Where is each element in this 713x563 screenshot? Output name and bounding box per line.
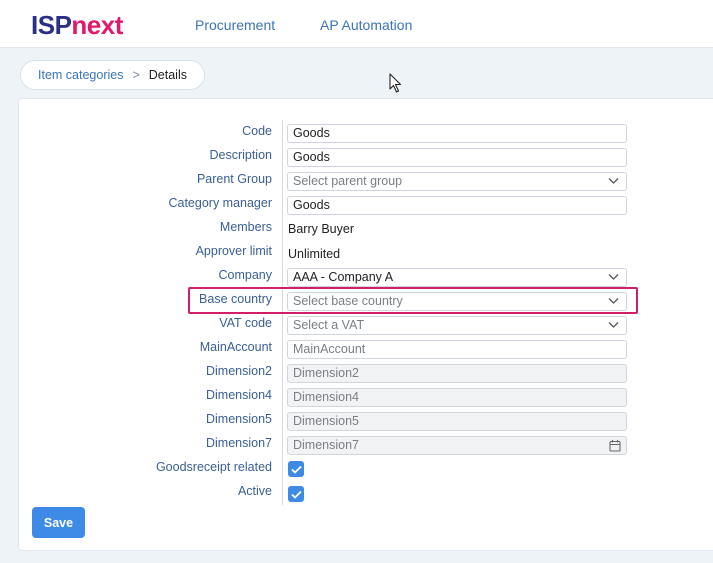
main-account-label: MainAccount	[199, 340, 272, 354]
goodsreceipt-related-label: Goodsreceipt related	[155, 460, 272, 474]
description-label: Description	[209, 148, 272, 162]
base-country-label: Base country	[199, 292, 272, 306]
breadcrumb: Item categories > Details	[20, 60, 205, 90]
company-value: AAA - Company A	[293, 270, 394, 284]
members-value: Barry Buyer	[288, 222, 354, 236]
company-select[interactable]: AAA - Company A	[287, 268, 627, 287]
breadcrumb-item-categories[interactable]: Item categories	[38, 68, 123, 82]
dimension4-input[interactable]: Dimension4	[287, 388, 627, 407]
vat-code-placeholder: Select a VAT	[293, 318, 365, 332]
mouse-pointer-icon	[389, 73, 402, 93]
dimension4-label: Dimension4	[205, 388, 272, 402]
nav-procurement[interactable]: Procurement	[195, 17, 275, 34]
dimension5-label: Dimension5	[205, 412, 272, 426]
parent-group-placeholder: Select parent group	[293, 174, 403, 188]
dimension4-placeholder: Dimension4	[293, 390, 360, 404]
nav-ap-automation[interactable]: AP Automation	[320, 17, 412, 34]
dimension2-placeholder: Dimension2	[293, 366, 360, 380]
form-divider	[282, 120, 283, 505]
save-button[interactable]: Save	[32, 507, 85, 538]
code-label: Code	[242, 124, 272, 138]
chevron-down-icon	[608, 274, 619, 280]
dimension7-placeholder: Dimension7	[293, 438, 360, 452]
active-checkbox[interactable]	[288, 486, 304, 502]
brand-logo-part1: ISP	[31, 10, 72, 40]
chevron-down-icon	[608, 322, 619, 328]
category-manager-label: Category manager	[168, 196, 272, 210]
approver-limit-label: Approver limit	[195, 244, 272, 258]
parent-group-label: Parent Group	[196, 172, 272, 186]
parent-group-select[interactable]: Select parent group	[287, 172, 627, 191]
code-input[interactable]: Goods	[287, 124, 627, 143]
chevron-down-icon	[608, 298, 619, 304]
dimension2-input[interactable]: Dimension2	[287, 364, 627, 383]
company-label: Company	[218, 268, 273, 282]
dimension7-input[interactable]: Dimension7	[287, 436, 627, 455]
base-country-select[interactable]: Select base country	[287, 292, 627, 311]
dimension7-label: Dimension7	[205, 436, 272, 450]
dimension5-input[interactable]: Dimension5	[287, 412, 627, 431]
category-manager-input[interactable]: Goods	[287, 196, 627, 215]
description-value: Goods	[293, 150, 330, 164]
calendar-icon[interactable]	[609, 439, 621, 452]
brand-logo-part2: next	[71, 10, 123, 40]
vat-code-label: VAT code	[219, 316, 272, 330]
main-account-placeholder: MainAccount	[293, 342, 366, 356]
top-bar: ISPnext Procurement AP Automation	[0, 0, 713, 48]
goodsreceipt-related-checkbox[interactable]	[288, 461, 304, 477]
active-label: Active	[237, 484, 272, 498]
breadcrumb-separator: >	[132, 68, 140, 82]
code-value: Goods	[293, 126, 330, 140]
approver-limit-value: Unlimited	[288, 247, 341, 261]
dimension2-label: Dimension2	[205, 364, 272, 378]
main-account-input[interactable]: MainAccount	[287, 340, 627, 359]
base-country-placeholder: Select base country	[293, 294, 403, 308]
category-manager-value: Goods	[293, 198, 330, 212]
checkmark-icon	[290, 465, 302, 474]
members-label: Members	[219, 220, 272, 234]
brand-logo[interactable]: ISPnext	[31, 10, 123, 40]
checkmark-icon	[290, 490, 302, 499]
breadcrumb-current: Details	[148, 68, 187, 82]
description-input[interactable]: Goods	[287, 148, 627, 167]
dimension5-placeholder: Dimension5	[293, 414, 360, 428]
chevron-down-icon	[608, 178, 619, 184]
vat-code-select[interactable]: Select a VAT	[287, 316, 627, 335]
